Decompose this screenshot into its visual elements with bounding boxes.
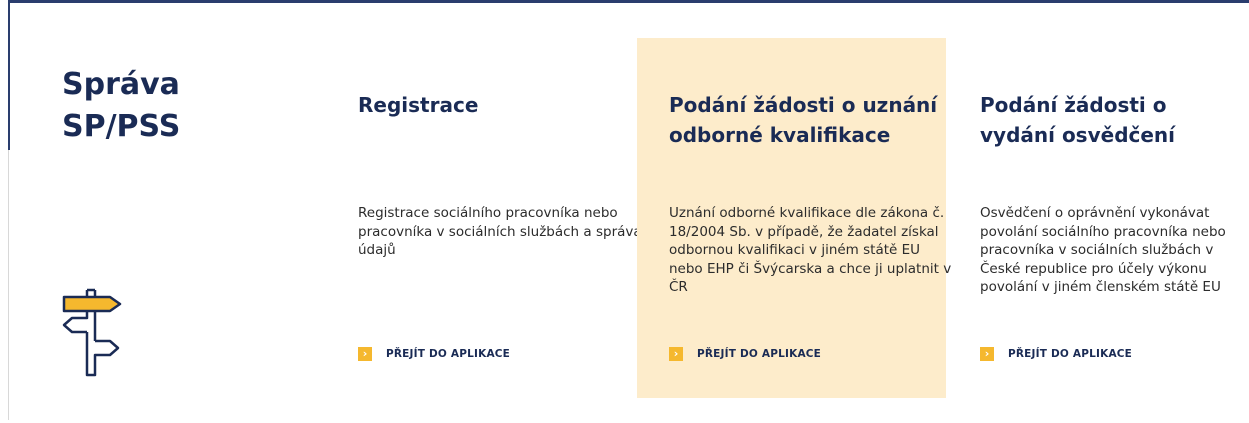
go-to-app-link[interactable]: › PŘEJÍT DO APLIKACE: [669, 347, 821, 361]
chevron-right-icon: ›: [669, 347, 683, 361]
card-title: Podání žádosti o vydání osvědčení: [980, 93, 1176, 147]
card-title: Podání žádosti o uznání odborné kvalifik…: [669, 93, 938, 147]
link-label: PŘEJÍT DO APLIKACE: [1008, 348, 1133, 360]
chevron-right-icon: ›: [358, 347, 372, 361]
go-to-app-link[interactable]: › PŘEJÍT DO APLIKACE: [980, 347, 1132, 361]
card-description: Uznání odborné kvalifikace dle zákona č.…: [669, 205, 952, 295]
link-label: PŘEJÍT DO APLIKACE: [386, 348, 511, 360]
card-vydani-osvedceni: Podání žádosti o vydání osvědčení Osvědč…: [980, 38, 1245, 398]
signpost-icon: [62, 288, 122, 377]
card-uznani-kvalifikace: Podání žádosti o uznání odborné kvalifik…: [637, 38, 951, 398]
card-description: Registrace sociálního pracovníka nebo pr…: [358, 205, 642, 258]
card-description: Osvědčení o oprávnění vykonávat povolání…: [980, 205, 1226, 295]
top-border: [8, 0, 1249, 3]
card-title: Registrace: [358, 93, 479, 117]
left-border-accent: [8, 0, 10, 150]
chevron-right-icon: ›: [980, 347, 994, 361]
go-to-app-link[interactable]: › PŘEJÍT DO APLIKACE: [358, 347, 510, 361]
link-label: PŘEJÍT DO APLIKACE: [697, 348, 822, 360]
page: Správa SP/PSS Registrace Registrace soci…: [0, 0, 1249, 423]
left-border: [8, 150, 9, 420]
card-registrace: Registrace Registrace sociálního pracovn…: [358, 38, 667, 398]
section-title: Správa SP/PSS: [62, 67, 181, 144]
